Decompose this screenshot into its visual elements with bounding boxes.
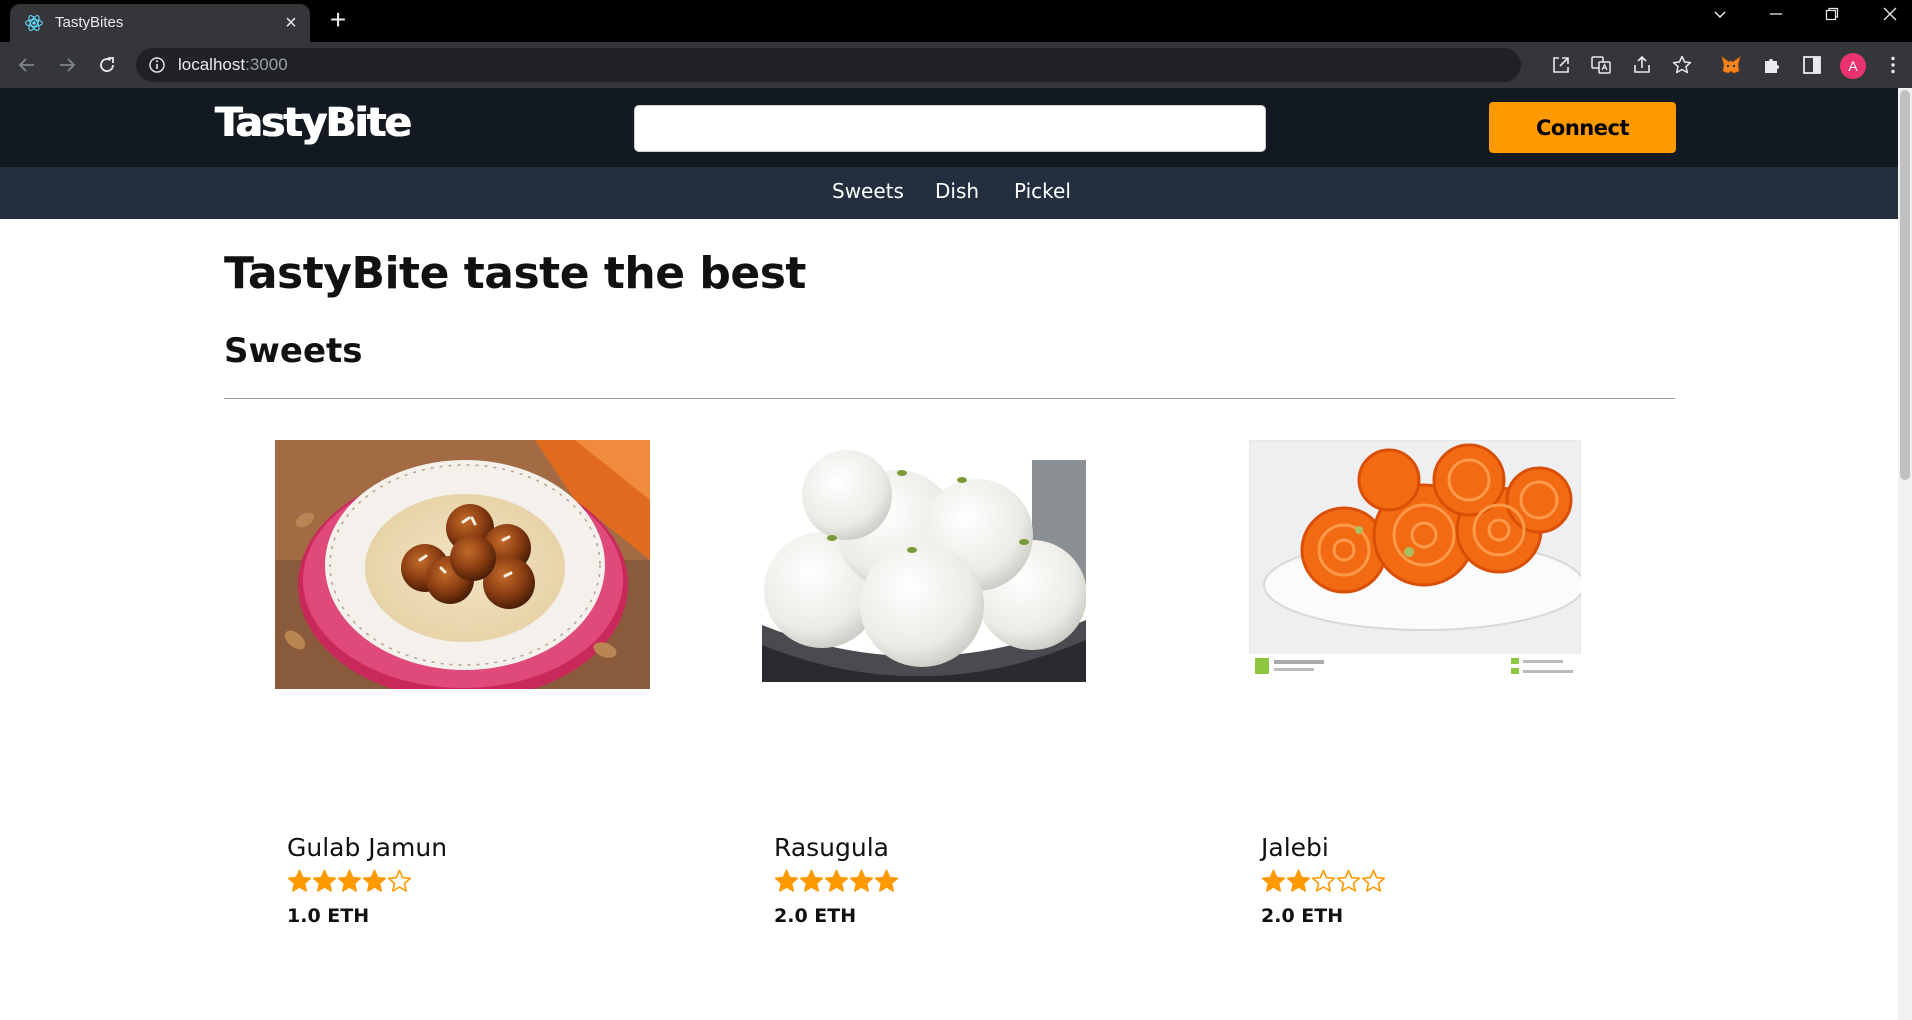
page-scrollbar[interactable]: [1898, 88, 1912, 1020]
tab-title: TastyBites: [55, 14, 124, 31]
page-title: TastyBite taste the best: [224, 248, 806, 299]
close-tab-icon[interactable]: ×: [280, 12, 302, 34]
browser-tabstrip: TastyBites × +: [0, 0, 1912, 42]
star-filled-icon: [287, 869, 312, 892]
kebab-menu-icon[interactable]: [1882, 54, 1904, 76]
rating-stars: [287, 869, 412, 895]
translate-icon[interactable]: [1590, 54, 1612, 76]
search-input[interactable]: [634, 105, 1266, 152]
extensions-puzzle-icon[interactable]: [1761, 54, 1783, 76]
browser-tab[interactable]: TastyBites ×: [10, 4, 310, 42]
product-price: 2.0 ETH: [774, 905, 857, 927]
back-icon[interactable]: [12, 50, 42, 80]
connect-wallet-button[interactable]: Connect: [1489, 102, 1676, 153]
star-filled-icon: [774, 869, 799, 892]
close-window-icon[interactable]: [1870, 6, 1910, 34]
site-header: TastyBite Connect: [0, 88, 1898, 167]
star-filled-icon: [874, 869, 899, 892]
rasugula-image[interactable]: [762, 440, 1086, 682]
page-viewport: TastyBite Connect Sweets Dish Pickel Tas…: [0, 88, 1912, 1020]
tab-search-icon[interactable]: [1700, 6, 1740, 34]
open-in-app-icon[interactable]: [1550, 54, 1572, 76]
reload-icon[interactable]: [92, 50, 122, 80]
side-panel-icon[interactable]: [1801, 54, 1823, 76]
minimize-icon[interactable]: [1756, 6, 1796, 34]
bookmark-star-icon[interactable]: [1671, 54, 1693, 76]
new-tab-icon[interactable]: +: [325, 6, 351, 34]
rating-stars: [774, 869, 899, 895]
site-info-icon[interactable]: [148, 56, 166, 74]
star-filled-icon: [337, 869, 362, 892]
url-host: localhost: [178, 55, 246, 74]
star-empty-icon: [1361, 869, 1386, 892]
product-name[interactable]: Rasugula: [774, 833, 889, 862]
category-nav: Sweets Dish Pickel: [0, 167, 1898, 219]
star-filled-icon: [1261, 869, 1286, 892]
star-empty-icon: [1336, 869, 1361, 892]
product-name[interactable]: Jalebi: [1261, 833, 1329, 862]
star-empty-icon: [387, 869, 412, 892]
restore-icon[interactable]: [1812, 6, 1852, 34]
browser-toolbar: localhost:3000 A: [0, 42, 1912, 88]
product-name[interactable]: Gulab Jamun: [287, 833, 447, 862]
url-port: :3000: [245, 55, 288, 74]
section-divider: [224, 398, 1675, 399]
forward-icon[interactable]: [52, 50, 82, 80]
star-filled-icon: [824, 869, 849, 892]
address-bar[interactable]: localhost:3000: [136, 48, 1521, 82]
gulab-jamun-image[interactable]: [275, 440, 650, 689]
star-filled-icon: [1286, 869, 1311, 892]
react-icon: [25, 15, 43, 31]
star-empty-icon: [1311, 869, 1336, 892]
jalebi-image[interactable]: [1249, 440, 1581, 680]
star-filled-icon: [362, 869, 387, 892]
site-logo[interactable]: TastyBite: [215, 100, 412, 146]
share-icon[interactable]: [1631, 54, 1653, 76]
star-filled-icon: [849, 869, 874, 892]
url-text: localhost:3000: [178, 55, 288, 75]
metamask-fox-icon[interactable]: [1720, 54, 1742, 76]
nav-link-dish[interactable]: Dish: [935, 179, 979, 203]
star-filled-icon: [799, 869, 824, 892]
product-price: 1.0 ETH: [287, 905, 370, 927]
rating-stars: [1261, 869, 1386, 895]
nav-link-pickel[interactable]: Pickel: [1014, 179, 1071, 203]
star-filled-icon: [312, 869, 337, 892]
nav-link-sweets[interactable]: Sweets: [832, 179, 904, 203]
product-price: 2.0 ETH: [1261, 905, 1344, 927]
scrollbar-thumb[interactable]: [1900, 90, 1910, 480]
section-title: Sweets: [224, 331, 363, 371]
profile-avatar[interactable]: A: [1840, 53, 1866, 79]
